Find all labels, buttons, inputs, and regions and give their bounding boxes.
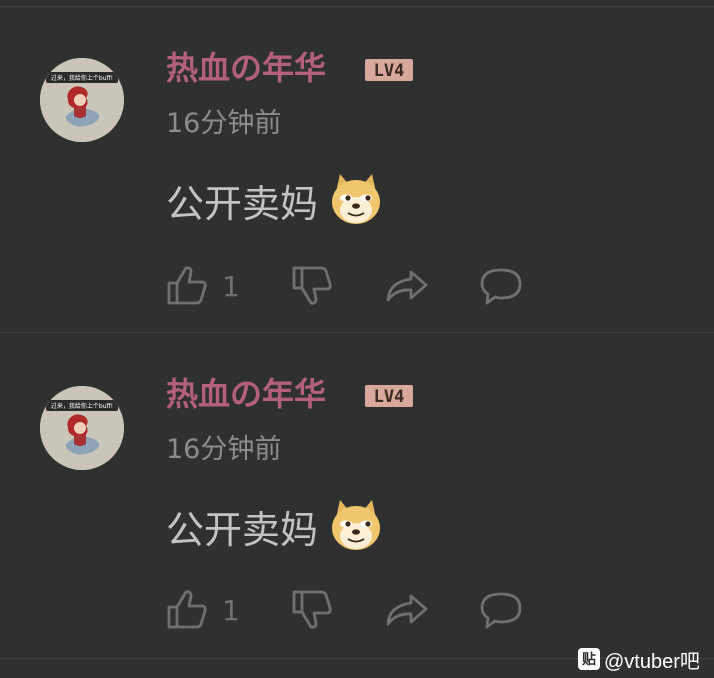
comment-bubble-icon [480, 592, 522, 629]
watermark-text: @vtuber吧 [604, 650, 700, 673]
doge-emoji-icon [330, 172, 382, 226]
share-button[interactable] [384, 588, 430, 632]
level-badge: LV4 [364, 384, 414, 408]
tieba-logo-icon: 贴 [578, 648, 600, 670]
thumbs-up-icon [167, 590, 207, 629]
reply-button[interactable] [478, 264, 524, 308]
level-badge: LV4 [364, 58, 414, 82]
level-text: LV4 [374, 61, 405, 81]
thumbs-up-icon [167, 266, 207, 305]
like-count: 1 [222, 270, 240, 303]
avatar-caption: 过来，我给你上个buff! [51, 74, 113, 82]
dislike-button[interactable] [292, 264, 336, 308]
timestamp: 16分钟前 [166, 434, 282, 465]
comment-bubble-icon [480, 268, 522, 305]
thumbs-down-icon [292, 266, 332, 305]
like-button[interactable] [166, 264, 210, 308]
like-count: 1 [222, 594, 240, 627]
thumbs-down-icon [292, 590, 332, 629]
watermark: 贴 @vtuber吧 [578, 646, 700, 673]
reply-button[interactable] [478, 588, 524, 632]
avatar[interactable]: 过来，我给你上个buff! [40, 386, 124, 470]
like-button[interactable] [166, 588, 210, 632]
avatar[interactable]: 过来，我给你上个buff! [40, 58, 124, 142]
level-text: LV4 [374, 387, 405, 407]
comment-item: 过来，我给你上个buff! 热血の年华 LV4 16分钟前 公开卖妈 1 [0, 332, 714, 658]
username[interactable]: 热血の年华 [166, 48, 326, 88]
comment-item: 过来，我给你上个buff! 热血の年华 LV4 16分钟前 公开卖妈 1 [0, 0, 714, 332]
share-icon [386, 270, 428, 302]
dislike-button[interactable] [292, 588, 336, 632]
avatar-caption: 过来，我给你上个buff! [51, 402, 113, 410]
share-button[interactable] [384, 264, 430, 308]
comment-text: 公开卖妈 [166, 508, 319, 552]
doge-emoji-icon [330, 498, 382, 552]
share-icon [386, 594, 428, 626]
timestamp: 16分钟前 [166, 108, 282, 139]
username[interactable]: 热血の年华 [166, 374, 326, 414]
comment-text: 公开卖妈 [166, 182, 319, 226]
